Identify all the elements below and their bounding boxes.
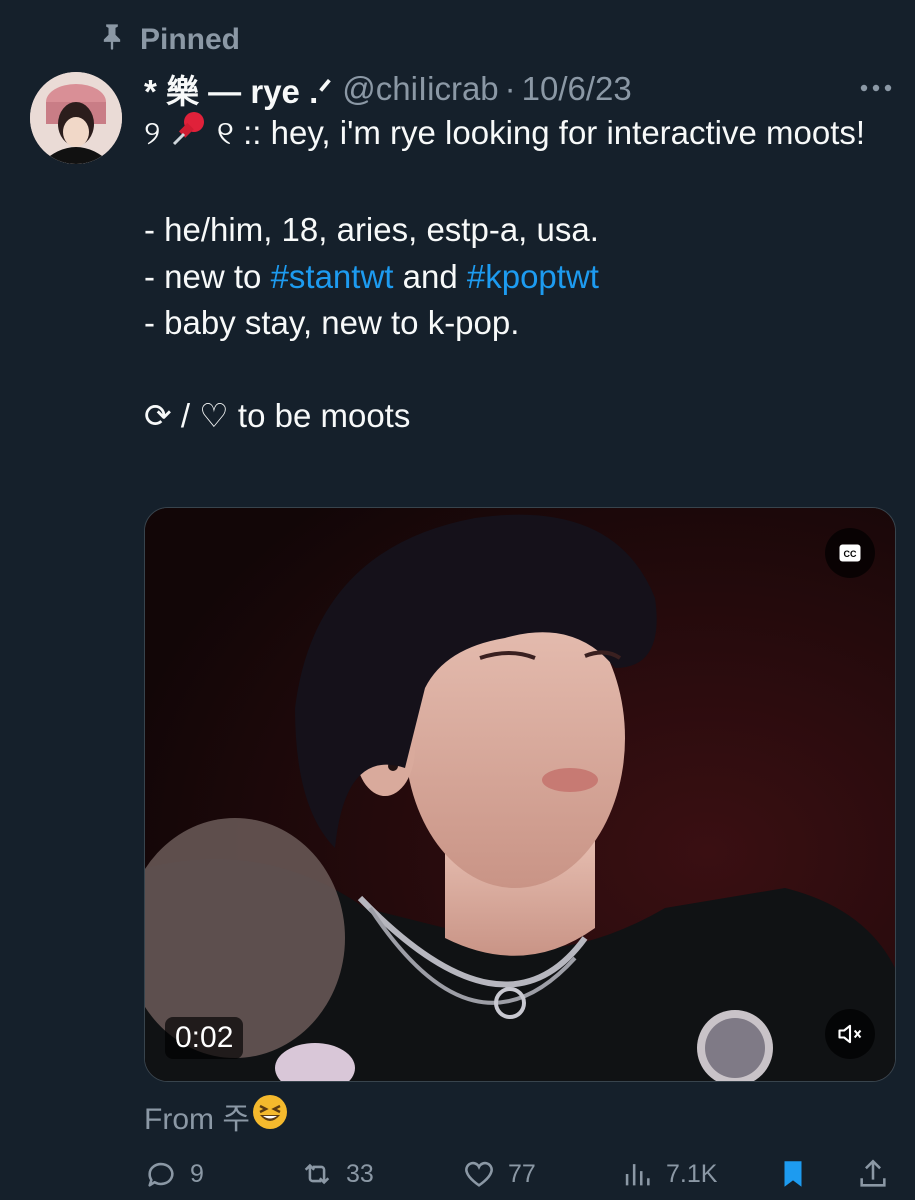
hashtag-kpoptwt[interactable]: #kpoptwt — [467, 258, 599, 295]
display-name[interactable]: * 樂 — rye .ᐟ — [144, 65, 332, 113]
body-line5: ⟳ / ♡ to be moots — [144, 397, 411, 434]
pin-icon — [98, 22, 126, 58]
tweet-text: ୨ ୧ :: hey, i'm rye looking for interact… — [144, 110, 884, 440]
body-line3-prefix: - new to — [144, 257, 271, 295]
body-line1-prefix: ୨ — [144, 114, 161, 151]
like-count: 77 — [508, 1159, 536, 1188]
user-handle[interactable]: @chiIicrab — [342, 70, 498, 108]
body-line2: - he/him, 18, aries, estp-a, usa. — [144, 211, 599, 248]
speaker-muted-icon — [838, 1024, 862, 1044]
retweet-button[interactable]: 33 — [300, 1152, 374, 1196]
body-line3-mid: and — [393, 257, 467, 295]
bookmark-filled-icon — [784, 1161, 802, 1187]
reply-count: 9 — [190, 1159, 204, 1188]
video-frame — [145, 508, 895, 1081]
body-line4: - baby stay, new to k-pop. — [144, 304, 520, 341]
share-button[interactable] — [856, 1152, 890, 1196]
closed-captions-icon: CC — [839, 544, 861, 562]
bookmark-button[interactable] — [776, 1152, 810, 1196]
body-line1-suffix: ୧ :: hey, i'm rye looking for interactiv… — [216, 114, 866, 151]
pushpin-emoji-icon — [170, 110, 208, 161]
tweet-date[interactable]: 10/6/23 — [522, 70, 632, 108]
views-count: 7.1K — [666, 1159, 718, 1188]
retweet-icon — [304, 1163, 330, 1185]
reply-button[interactable]: 9 — [144, 1152, 204, 1196]
svg-text:CC: CC — [844, 549, 857, 559]
like-button[interactable]: 77 — [462, 1152, 536, 1196]
avatar[interactable] — [30, 72, 122, 164]
reply-icon — [148, 1162, 174, 1187]
tweet-actions: 9 33 77 7.1K — [144, 1152, 894, 1196]
tweet-header: * 樂 — rye .ᐟ @chiIicrab · 10/6/23 — [144, 66, 895, 112]
grinning-squinting-emoji-icon — [252, 1094, 288, 1138]
header-separator: · — [504, 70, 516, 107]
from-caption: From 주 — [144, 1094, 288, 1138]
video-player[interactable]: CC 0:02 — [144, 507, 896, 1082]
heart-icon — [465, 1161, 493, 1187]
video-timestamp: 0:02 — [165, 1017, 244, 1059]
pinned-indicator: Pinned — [98, 20, 240, 60]
hashtag-stantwt[interactable]: #stantwt — [271, 258, 394, 295]
from-text: From 주 — [144, 1103, 250, 1136]
share-icon — [860, 1159, 886, 1187]
more-dots-icon — [860, 84, 892, 92]
captions-button[interactable]: CC — [825, 528, 875, 578]
analytics-icon — [625, 1164, 650, 1186]
views-button[interactable]: 7.1K — [620, 1152, 717, 1196]
retweet-count: 33 — [346, 1159, 374, 1188]
pinned-label: Pinned — [140, 23, 241, 56]
more-options-button[interactable] — [859, 76, 893, 100]
mute-button[interactable] — [825, 1009, 875, 1059]
